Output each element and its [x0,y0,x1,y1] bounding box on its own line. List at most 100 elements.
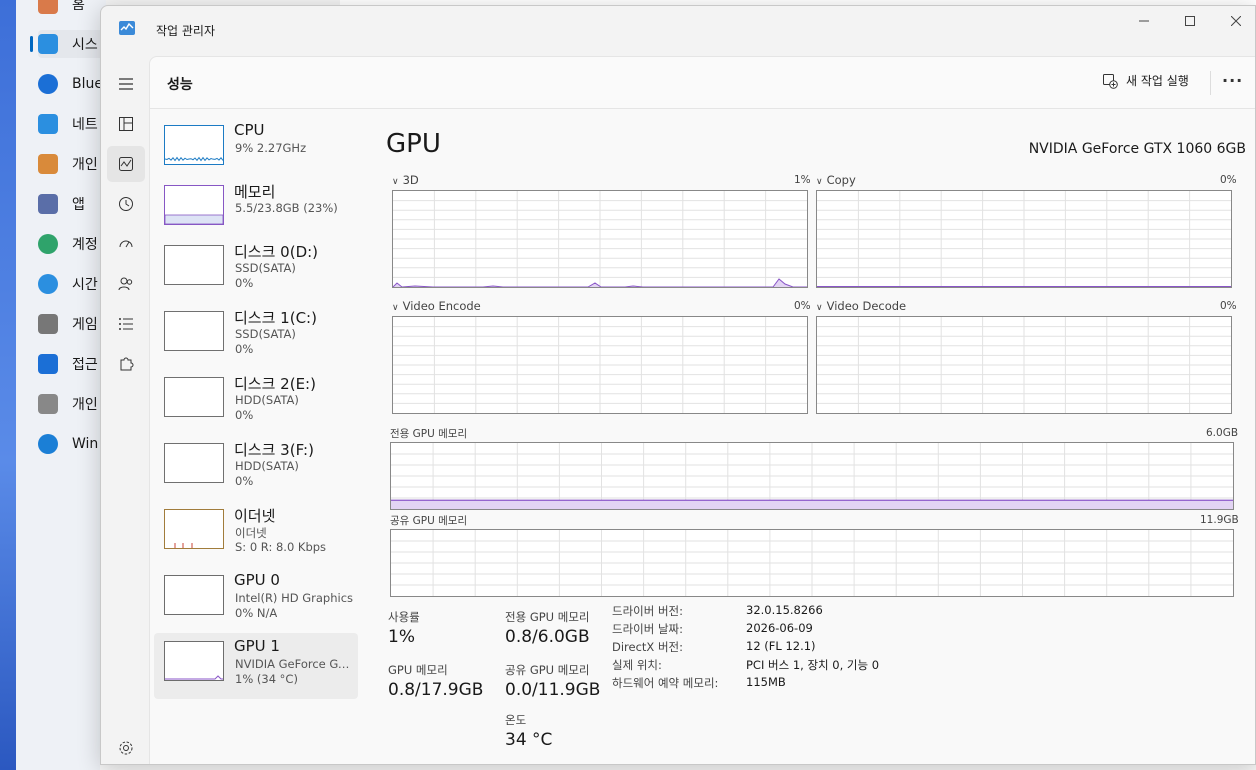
content-pane: 성능 새 작업 실행 ··· CPU 9% 2.27GHz 메모리 5.5/23.8G… [149,56,1255,764]
device-item-disk[interactable]: 디스크 0(D:) SSD(SATA) 0% [154,237,358,303]
device-detail: SSD(SATA) [235,327,296,341]
header-divider [1210,71,1211,95]
performance-icon [119,157,133,171]
device-detail: 이더넷 [235,526,267,540]
settings-nav-label: 게임 [72,317,98,333]
app-history-tab[interactable] [107,186,145,222]
settings-nav-item[interactable]: 개인 [38,150,98,178]
device-detail: SSD(SATA) [235,261,296,275]
device-name: CPU [234,121,265,139]
device-name: 메모리 [234,183,276,201]
info-value: 115MB [746,675,786,689]
cpu-thumb-line [165,156,223,162]
graph-video-decode [816,316,1232,414]
users-icon [118,277,133,291]
windows-update-icon [38,434,58,454]
device-title: GPU [386,129,441,159]
settings-nav-item[interactable]: 게임 [38,310,98,338]
maximize-button[interactable] [1167,6,1213,36]
performance-tab[interactable] [107,146,145,182]
info-key: 드라이버 날짜: [612,622,684,636]
engine-dropdown-3d[interactable]: ∨ 3D [392,173,419,187]
dedicated-memory-fill [391,500,1233,509]
engine-value: 0% [1220,300,1237,312]
device-item-cpu[interactable]: CPU 9% 2.27GHz [154,117,358,183]
settings-nav-label: Win [72,436,99,452]
settings-nav-item[interactable]: 앱 [38,190,85,218]
puzzle-icon [120,357,134,371]
device-detail: 1% (34 °C) [235,672,298,686]
minimize-icon [1139,20,1149,22]
device-item-gpu[interactable]: GPU 1 NVIDIA GeForce GTX 10601% (34 °C) [154,633,358,699]
settings-nav-item[interactable]: 접근 [38,350,98,378]
shared-memory-max: 11.9GB [1200,514,1239,526]
device-detail: 0% [235,276,254,290]
hamburger-icon [119,78,133,90]
thumbnail-svg [165,576,223,614]
title-bar[interactable]: 작업 관리자 [101,6,1255,56]
more-options-button[interactable]: ··· [1222,71,1243,90]
history-icon [119,197,133,211]
device-item-eth[interactable]: 이더넷 이더넷 S: 0 R: 8.0 Kbps [154,501,358,567]
thumbnail-svg [174,543,193,548]
engine-dropdown-copy[interactable]: ∨ Copy [816,173,856,187]
engine-value: 0% [794,300,811,312]
settings-nav-label: 개인 [72,157,98,173]
apps-icon [38,194,58,214]
gpu-thumb-line [165,675,223,680]
settings-nav-item[interactable]: 계정 [38,230,98,258]
device-detail: S: 0 R: 8.0 Kbps [235,540,327,554]
settings-nav-label: 개인 [72,397,98,413]
wifi-icon [38,114,58,134]
gamepad-icon [38,314,58,334]
settings-nav-item[interactable]: 홈 [38,0,85,18]
device-detail: 9% 2.27GHz [235,141,307,155]
details-tab[interactable] [107,306,145,342]
settings-nav-label: 앱 [72,197,85,213]
device-item-gpu[interactable]: GPU 0 Intel(R) HD Graphics 0% N/A [154,567,358,633]
services-tab[interactable] [107,346,145,382]
device-item-disk[interactable]: 디스크 2(E:) HDD(SATA) 0% [154,369,358,435]
device-thumbnail-graph [164,185,224,225]
users-tab[interactable] [107,266,145,302]
device-name: 이더넷 [234,507,276,525]
brush-icon [38,154,58,174]
device-item-mem[interactable]: 메모리 5.5/23.8GB (23%) [154,177,358,243]
engine-label: 3D [402,173,419,187]
settings-nav-label: 시간 [72,277,98,293]
hamburger-menu-button[interactable] [107,66,145,102]
device-detail: 0% [235,474,254,488]
settings-button[interactable] [107,730,145,764]
settings-nav-item[interactable]: 개인 [38,390,98,418]
close-button[interactable] [1213,6,1255,36]
device-item-disk[interactable]: 디스크 3(F:) HDD(SATA) 0% [154,435,358,501]
settings-nav-item[interactable]: Blue [38,70,103,98]
settings-nav-label: 시스 [72,37,98,53]
info-value: 2026-06-09 [746,621,813,635]
graph-shared-memory [390,529,1234,597]
device-name: 디스크 0(D:) [234,243,319,261]
engine-label: Video Encode [402,299,481,313]
temperature-value: 34 °C [505,730,553,750]
temperature-label: 온도 [505,713,527,727]
info-key: 실제 위치: [612,658,662,672]
engine-dropdown-video-decode[interactable]: ∨ Video Decode [816,299,906,313]
engine-dropdown-video-encode[interactable]: ∨ Video Encode [392,299,481,313]
device-item-disk[interactable]: 디스크 1(C:) SSD(SATA) 0% [154,303,358,369]
settings-nav-item[interactable]: 네트 [38,110,98,138]
shared-memory-caption: 공유 GPU 메모리 [390,515,468,527]
processes-tab[interactable] [107,106,145,142]
device-thumbnail-graph [164,311,224,351]
bluetooth-icon [38,74,58,94]
settings-nav-label: Blue [72,76,103,92]
startup-apps-tab[interactable] [107,226,145,262]
account-icon [38,234,58,254]
settings-nav-item[interactable]: 시간 [38,270,98,298]
clock-icon [38,274,58,294]
settings-nav-label: 홈 [72,0,85,13]
minimize-button[interactable] [1121,6,1167,36]
dedicated-memory-value: 0.8/6.0GB [505,627,590,647]
run-new-task-button[interactable]: 새 작업 실행 [1102,72,1189,89]
settings-nav-item[interactable]: Win [38,430,98,458]
device-thumbnail-graph [164,443,224,483]
